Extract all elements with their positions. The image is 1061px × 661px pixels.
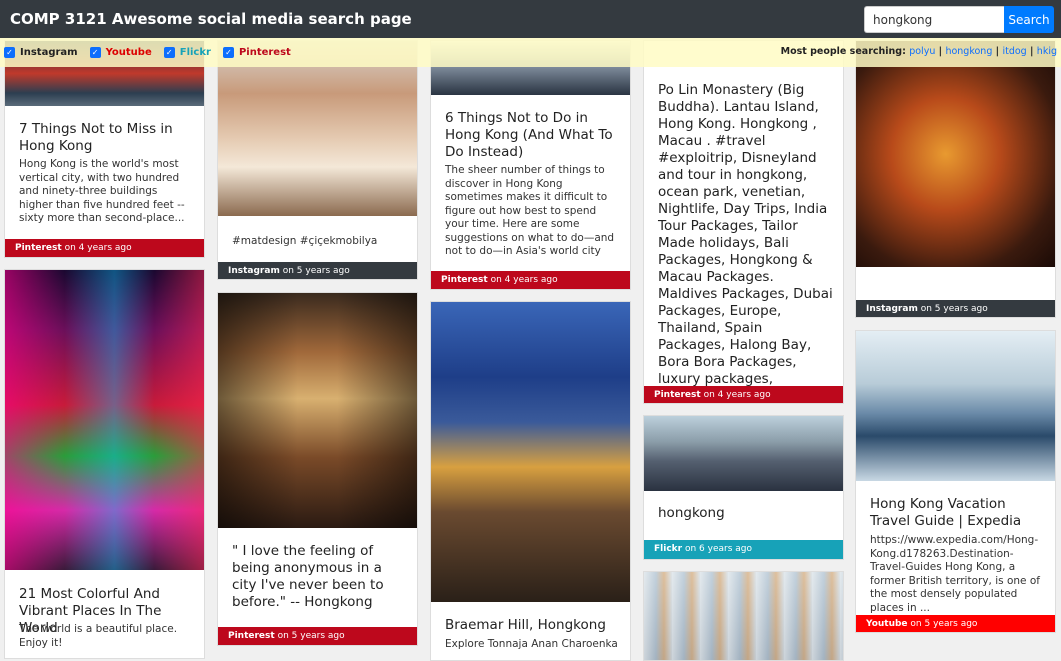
filter-label: Flickr [179, 47, 211, 58]
trending-link[interactable]: hkig [1037, 46, 1057, 57]
post-source: Pinterest [228, 631, 275, 641]
post-description: #matdesign #çiçekmobilya [232, 235, 378, 247]
filter-label: Youtube [105, 47, 152, 58]
checkbox-checked-icon[interactable]: ✓ [4, 47, 15, 58]
checkbox-checked-icon[interactable]: ✓ [163, 47, 175, 58]
post-time: on 5 years ago [920, 304, 988, 314]
post-time: on 4 years ago [64, 243, 132, 253]
post-source: Instagram [866, 304, 918, 314]
post-title: 6 Things Not to Do in Hong Kong (And Wha… [445, 110, 613, 160]
post-image [644, 416, 843, 491]
post-title: Hong Kong Vacation Travel Guide | Expedi… [870, 496, 1022, 529]
post-title: Braemar Hill, Hongkong [445, 617, 606, 633]
post-footer: Instagram on 5 years ago [218, 262, 417, 279]
post-image [218, 293, 417, 528]
post-image [218, 41, 417, 216]
post-card[interactable]: #matdesign #çiçekmobilya Instagram on 5 … [217, 40, 418, 280]
post-footer: Pinterest on 5 years ago [218, 627, 417, 645]
filter-flickr[interactable]: ✓ Flickr [163, 47, 211, 58]
post-card[interactable] [643, 571, 844, 661]
post-time: on 6 years ago [684, 544, 752, 554]
post-footer: Pinterest on 4 years ago [431, 271, 630, 289]
post-card[interactable]: Hong Kong Vacation Travel Guide | Expedi… [855, 330, 1056, 633]
post-card[interactable]: Po Lin Monastery (Big Buddha). Lantau Is… [643, 40, 844, 404]
post-time: on 5 years ago [282, 266, 350, 276]
filter-bar: ✓ Instagram ✓ Youtube ✓ Flickr ✓ Pinterest M… [0, 38, 1061, 67]
post-source: Instagram [228, 266, 280, 276]
trending-link[interactable]: itdog [1002, 46, 1026, 57]
filter-youtube[interactable]: ✓ Youtube [89, 47, 152, 58]
post-source: Youtube [866, 619, 908, 629]
post-image [5, 270, 204, 570]
search-button[interactable]: Search [1004, 6, 1054, 33]
post-title: hongkong [658, 505, 725, 521]
post-description: The sheer number of things to discover i… [445, 164, 615, 257]
filter-label: Instagram [20, 47, 78, 58]
filter-label: Pinterest [238, 47, 291, 58]
post-card[interactable]: 7 Things Not to Miss in Hong Kong Hong K… [4, 40, 205, 258]
post-description: The world is a beautiful place. Enjoy it… [19, 623, 178, 649]
navbar: COMP 3121 Awesome social media search pa… [0, 0, 1061, 38]
post-time: on 5 years ago [277, 631, 345, 641]
post-card[interactable]: 6 Things Not to Do in Hong Kong (And Wha… [430, 40, 631, 290]
post-image [856, 331, 1055, 481]
checkbox-checked-icon[interactable]: ✓ [222, 47, 234, 58]
post-footer: Pinterest on 4 years ago [644, 386, 843, 403]
post-card[interactable]: " I love the feeling of being anonymous … [217, 292, 418, 646]
filter-pinterest[interactable]: ✓ Pinterest [222, 47, 291, 58]
search-form: Search [864, 6, 1054, 33]
post-title: " I love the feeling of being anonymous … [232, 543, 384, 610]
post-description: Hong Kong is the world's most vertical c… [19, 158, 185, 224]
post-image [431, 302, 630, 602]
post-source: Pinterest [441, 275, 488, 285]
trending-searches: Most people searching: polyu | hongkong … [780, 46, 1057, 57]
post-card[interactable]: Instagram on 5 years ago [855, 40, 1056, 318]
filter-instagram[interactable]: ✓ Instagram [4, 47, 78, 58]
checkbox-checked-icon[interactable]: ✓ [89, 47, 101, 58]
post-card[interactable]: hongkong Flickr on 6 years ago [643, 415, 844, 560]
trending-link[interactable]: hongkong [945, 46, 992, 57]
trending-link[interactable]: polyu [909, 46, 935, 57]
post-time: on 4 years ago [490, 275, 558, 285]
post-description: https://www.expedia.com/Hong-Kong.d17826… [870, 534, 1040, 614]
post-card[interactable]: Braemar Hill, Hongkong Explore Tonnaja A… [430, 301, 631, 661]
post-footer: Flickr on 6 years ago [644, 540, 843, 559]
post-footer: Youtube on 5 years ago [856, 615, 1055, 632]
post-time: on 5 years ago [910, 619, 978, 629]
post-title: Po Lin Monastery (Big Buddha). Lantau Is… [658, 82, 833, 403]
post-image [644, 572, 843, 660]
post-source: Flickr [654, 544, 683, 554]
post-source: Pinterest [15, 243, 62, 253]
post-footer: Instagram on 5 years ago [856, 300, 1055, 317]
page-title: COMP 3121 Awesome social media search pa… [10, 10, 412, 28]
post-footer: Pinterest on 4 years ago [5, 239, 204, 257]
search-input[interactable] [864, 6, 1004, 33]
post-time: on 4 years ago [703, 390, 771, 400]
post-title: 7 Things Not to Miss in Hong Kong [19, 121, 173, 154]
post-card[interactable]: 21 Most Colorful And Vibrant Places In T… [4, 269, 205, 659]
post-image [856, 41, 1055, 267]
trending-label: Most people searching: [780, 46, 906, 57]
post-source: Pinterest [654, 390, 701, 400]
post-description: Explore Tonnaja Anan Charoenka [445, 638, 618, 650]
